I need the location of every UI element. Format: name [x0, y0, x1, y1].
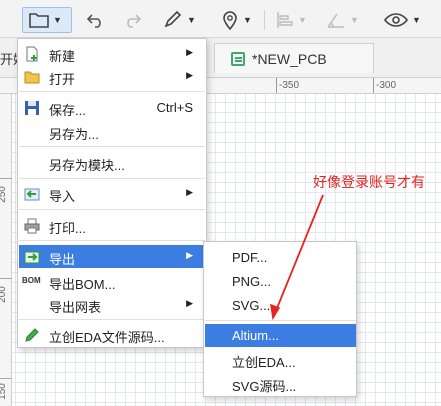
menu-item-save-as[interactable]: 另存为...	[19, 120, 205, 143]
file-menu-button[interactable]: ▼	[22, 7, 72, 33]
menu-label: 另存为...	[49, 127, 99, 142]
folder-icon	[29, 13, 49, 28]
menu-label: SVG源码...	[232, 379, 297, 394]
menu-label: SVG...	[232, 298, 271, 313]
import-icon	[24, 188, 40, 201]
menu-label: 新建	[49, 49, 76, 64]
redo-icon	[127, 14, 142, 28]
ruler-label: 200	[0, 286, 8, 303]
menu-divider	[19, 91, 205, 92]
menu-item-save[interactable]: 保存... Ctrl+S	[19, 96, 205, 119]
tab-new-pcb[interactable]: *NEW_PCB	[214, 43, 374, 73]
ruler-label: -350	[279, 80, 300, 91]
submenu-item-svg[interactable]: SVG...	[205, 294, 356, 317]
menu-divider	[205, 320, 356, 321]
save-icon	[25, 101, 39, 115]
redo-button[interactable]	[122, 7, 142, 33]
undo-icon	[86, 14, 101, 28]
chevron-down-icon: ▼	[350, 15, 359, 25]
file-dropdown-menu: 新建 ▶ 打开 ▶ 保存... Ctrl+S 另存为... 另存为模块... 导…	[17, 38, 207, 348]
chevron-down-icon: ▼	[412, 15, 421, 25]
menu-item-export-bom[interactable]: BOM 导出BOM...	[19, 270, 205, 293]
printer-icon	[24, 218, 40, 234]
menu-label: Altium...	[232, 328, 279, 343]
menu-divider	[19, 146, 205, 147]
view-button[interactable]: ▼	[384, 7, 421, 33]
undo-button[interactable]	[86, 7, 106, 33]
submenu-item-altium[interactable]: Altium...	[205, 324, 356, 347]
bom-icon: BOM	[22, 276, 41, 285]
pcb-icon	[231, 51, 245, 66]
pen-tool-button[interactable]: ▼	[163, 7, 196, 33]
toolbar-divider	[264, 10, 265, 30]
toolbar: ▼ ▼ ▼ ▼ ▼ ▼	[0, 0, 441, 38]
menu-label: 导出BOM...	[49, 277, 116, 292]
menu-label: 保存...	[49, 103, 86, 118]
menu-item-open[interactable]: 打开 ▶	[19, 65, 205, 88]
menu-label: 立创EDA文件源码...	[49, 330, 165, 345]
menu-label: 立创EDA...	[232, 355, 296, 370]
menu-item-export-netlist[interactable]: 导出网表 ▶	[19, 293, 205, 316]
menu-divider	[19, 209, 205, 210]
submenu-arrow-icon: ▶	[186, 298, 193, 308]
pencil-icon	[164, 11, 182, 28]
annotation-text: 好像登录账号才有	[313, 174, 425, 190]
menu-label: 导出	[49, 252, 76, 267]
submenu-arrow-icon: ▶	[186, 47, 193, 57]
menu-item-export[interactable]: 导出 ▶	[19, 245, 205, 268]
place-marker-button[interactable]: ▼	[221, 7, 252, 33]
submenu-item-svg-source[interactable]: SVG源码...	[205, 372, 356, 395]
chevron-down-icon: ▼	[187, 15, 196, 25]
new-file-icon	[26, 46, 38, 62]
submenu-arrow-icon: ▶	[186, 250, 193, 260]
menu-label: PNG...	[232, 274, 272, 289]
tab-label: *NEW_PCB	[252, 50, 327, 67]
angle-measure-icon	[327, 13, 344, 28]
ruler-label: 150	[0, 383, 8, 400]
export-submenu: PDF... PNG... SVG... Altium... 立创EDA... …	[203, 241, 357, 397]
menu-item-lceda-source[interactable]: 立创EDA文件源码...	[19, 323, 205, 346]
chevron-down-icon: ▼	[298, 15, 307, 25]
menu-label: PDF...	[232, 250, 268, 265]
menu-label: 导出网表	[49, 300, 102, 315]
export-icon	[24, 251, 40, 264]
align-button[interactable]: ▼	[276, 7, 307, 33]
menu-divider	[19, 240, 205, 241]
submenu-item-lceda[interactable]: 立创EDA...	[205, 348, 356, 371]
menu-label: 打印...	[49, 221, 86, 236]
menu-divider	[19, 178, 205, 179]
measure-button[interactable]: ▼	[326, 7, 359, 33]
eye-icon	[384, 13, 408, 27]
submenu-item-pdf[interactable]: PDF...	[205, 246, 356, 269]
menu-item-save-as-module[interactable]: 另存为模块...	[19, 151, 205, 174]
menu-divider	[19, 319, 205, 320]
align-left-icon	[277, 12, 293, 28]
open-folder-icon	[24, 71, 40, 84]
submenu-item-png[interactable]: PNG...	[205, 270, 356, 293]
ruler-label: 250	[0, 186, 8, 203]
menu-label: 打开	[49, 72, 76, 87]
menu-item-print[interactable]: 打印...	[19, 214, 205, 237]
chevron-down-icon: ▼	[53, 15, 62, 25]
location-pin-icon	[223, 11, 237, 30]
edit-pencil-icon	[25, 328, 39, 342]
menu-label: 另存为模块...	[49, 158, 125, 173]
menu-item-import[interactable]: 导入 ▶	[19, 182, 205, 205]
menu-item-new[interactable]: 新建 ▶	[19, 42, 205, 65]
chevron-down-icon: ▼	[243, 15, 252, 25]
menu-label: 导入	[49, 189, 76, 204]
ruler-label: -300	[376, 80, 397, 91]
submenu-arrow-icon: ▶	[186, 70, 193, 80]
shortcut-label: Ctrl+S	[156, 100, 193, 115]
ruler-left: 250 200 150	[0, 94, 12, 406]
submenu-arrow-icon: ▶	[186, 187, 193, 197]
